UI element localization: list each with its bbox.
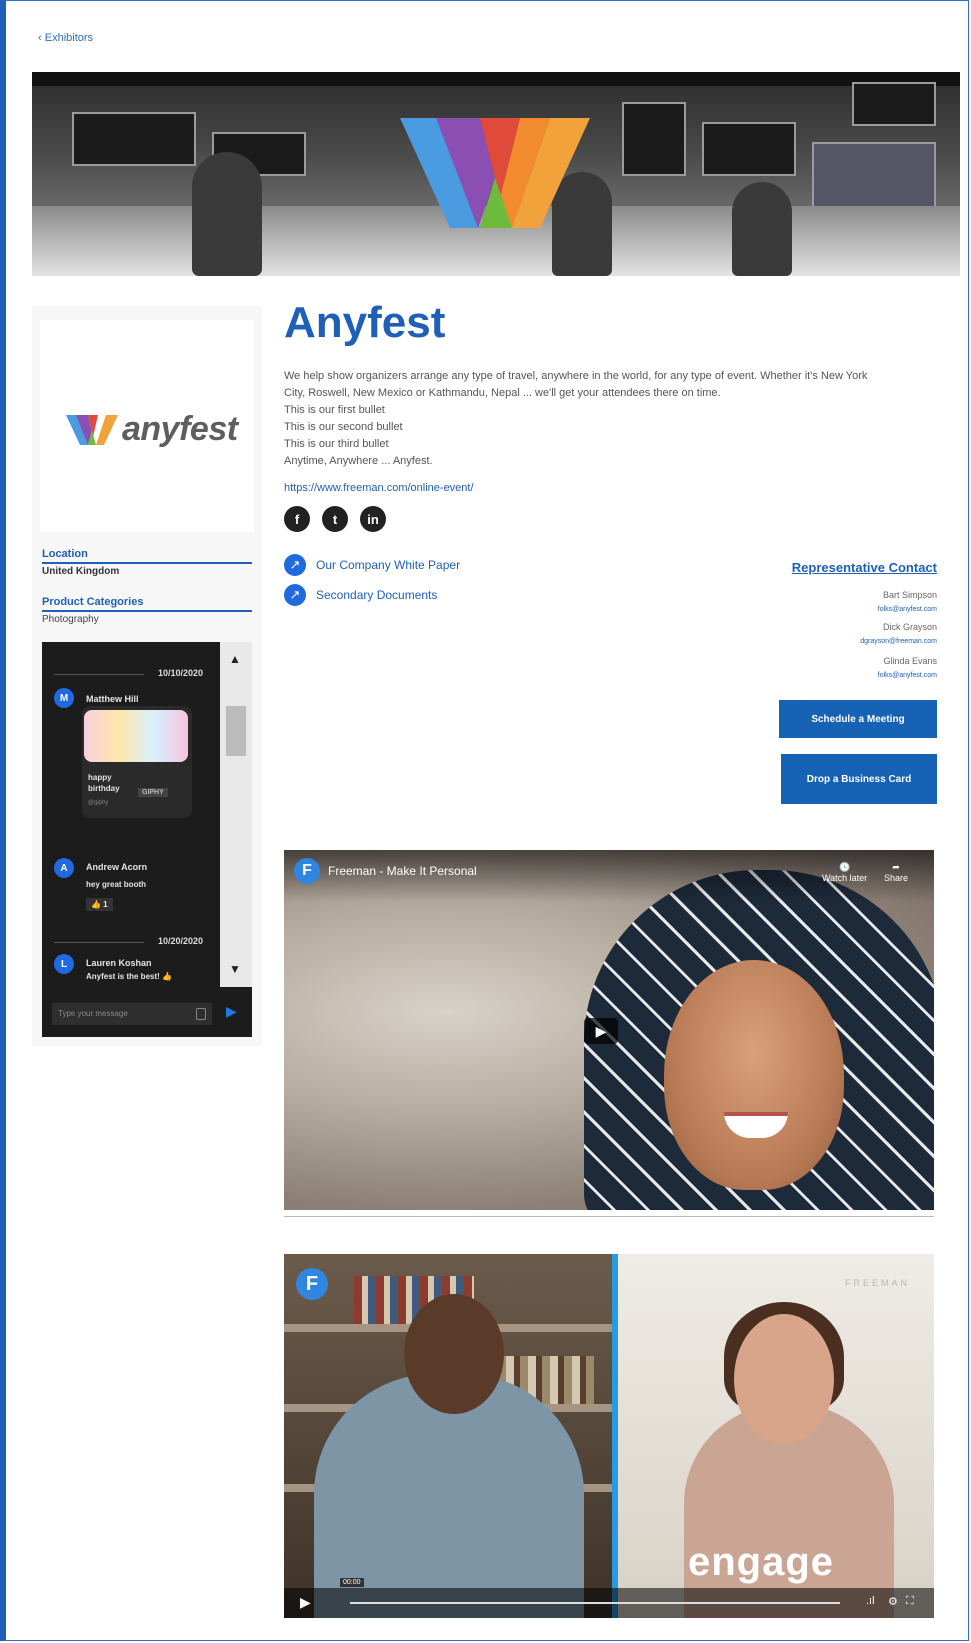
watch-later-label: Watch later (822, 873, 868, 883)
video-player[interactable]: F Freeman - Make It Personal 🕓 Watch lat… (284, 850, 934, 1210)
reaction-badge[interactable]: 👍 1 (86, 898, 113, 911)
document-link-icon: ↗ (284, 554, 306, 576)
schedule-meeting-button[interactable]: Schedule a Meeting (779, 700, 937, 738)
categories-label: Product Categories (42, 596, 144, 608)
volume-icon[interactable]: .ıl (866, 1595, 875, 1607)
avatar: M (54, 688, 74, 708)
video-overlay-text: engage (688, 1540, 835, 1584)
description-line: This is our third bullet (284, 438, 389, 450)
categories-value: Photography (42, 614, 99, 625)
location-label: Location (42, 548, 88, 560)
representative-contact-title[interactable]: Representative Contact (792, 560, 937, 575)
chat-message-input[interactable]: Type your message (52, 1003, 212, 1025)
video-watermark: FREEMAN (844, 1278, 910, 1288)
chat-sender: Lauren Koshan (86, 958, 152, 968)
attachment-icon[interactable] (196, 1008, 206, 1020)
w-logo-icon (400, 118, 590, 228)
description-line: This is our second bullet (284, 421, 403, 433)
linkedin-icon[interactable]: in (360, 506, 386, 532)
facebook-icon[interactable]: f (284, 506, 310, 532)
video-frame (664, 960, 844, 1190)
chat-date-divider (54, 674, 144, 675)
twitter-icon[interactable]: t (322, 506, 348, 532)
send-icon[interactable]: ▶ (226, 1003, 244, 1025)
video-progress-bar[interactable] (350, 1602, 840, 1604)
rep-email[interactable]: folks@anyfest.com (878, 672, 937, 679)
play-icon[interactable]: ▶ (584, 1018, 618, 1044)
video-controls: ▶ 00:00 .ıl ⚙ ⛶ (284, 1578, 934, 1618)
channel-badge[interactable]: F (296, 1268, 328, 1300)
location-divider (42, 562, 252, 564)
rep-name: Glinda Evans (883, 656, 937, 666)
company-logo: anyfest (40, 320, 254, 532)
avatar: A (54, 858, 74, 878)
document-label: Our Company White Paper (316, 558, 461, 572)
chat-message: hey great booth (86, 880, 147, 889)
document-label: Secondary Documents (316, 588, 438, 602)
description-line: City, Roswell, New Mexico or Kathmandu, … (284, 387, 721, 399)
play-icon[interactable]: ▶ (300, 1594, 311, 1611)
clock-icon: 🕓 (838, 862, 851, 872)
chat-date-divider (54, 942, 144, 943)
chat-input-row: Type your message ▶ (42, 993, 252, 1037)
document-link[interactable]: ↗ Secondary Documents (284, 584, 437, 606)
video-title[interactable]: Freeman - Make It Personal (328, 864, 477, 878)
website-link[interactable]: https://www.freeman.com/online-event/ (284, 482, 474, 494)
document-link[interactable]: ↗ Our Company White Paper (284, 554, 460, 576)
video-frame (734, 1314, 834, 1444)
back-label: Exhibitors (44, 32, 94, 44)
exhibitor-description: We help show organizers arrange any type… (284, 368, 934, 470)
chat-date: 10/10/2020 (158, 668, 204, 678)
gif-image (84, 710, 188, 762)
chat-scrollbar[interactable]: ▲ ▼ (220, 642, 252, 987)
logo-wordmark: anyfest (122, 410, 238, 448)
description-line: Anytime, Anywhere ... Anyfest. (284, 455, 433, 467)
chat-date: 10/20/2020 (158, 936, 204, 946)
avatar: L (54, 954, 74, 974)
chat-message: Anyfest is the best! 👍 (86, 972, 172, 981)
exhibitor-banner (32, 72, 960, 276)
gif-tag: GIPHY (138, 788, 168, 797)
categories-divider (42, 610, 252, 612)
share-button[interactable]: ➦ Share (884, 862, 908, 883)
chat-panel: 10/10/2020 M Matthew Hill happy birthday… (42, 642, 252, 1037)
exhibitor-sidebar: anyfest Location United Kingdom Product … (32, 306, 262, 1046)
document-link-icon: ↗ (284, 584, 306, 606)
share-icon: ➦ (892, 862, 900, 872)
scroll-thumb[interactable] (226, 706, 246, 756)
video-player[interactable]: FREEMAN engage F ▶ 00:00 .ıl ⚙ ⛶ (284, 1254, 934, 1618)
scroll-down-icon[interactable]: ▼ (229, 962, 241, 976)
chat-sender: Matthew Hill (86, 694, 139, 704)
settings-icon[interactable]: ⚙ (888, 1595, 898, 1608)
watch-later-button[interactable]: 🕓 Watch later (822, 862, 867, 883)
rep-name: Bart Simpson (882, 590, 937, 600)
fullscreen-icon[interactable]: ⛶ (906, 1595, 914, 1608)
scroll-up-icon[interactable]: ▲ (229, 652, 241, 666)
rep-email[interactable]: folks@anyfest.com (878, 606, 937, 613)
description-line: We help show organizers arrange any type… (284, 370, 868, 382)
back-link[interactable]: ‹ Exhibitors (38, 32, 93, 44)
video-time: 00:00 (340, 1578, 364, 1587)
gif-caption: happy birthday (88, 773, 120, 793)
rep-name: Dick Grayson (882, 622, 937, 632)
video-frame (612, 1254, 618, 1618)
exhibitor-title: Anyfest (284, 298, 446, 347)
drop-business-card-button[interactable]: Drop a Business Card (781, 754, 937, 804)
video-frame (404, 1294, 504, 1414)
gif-source: @giphy (88, 800, 109, 806)
description-line: This is our first bullet (284, 404, 385, 416)
location-value: United Kingdom (42, 566, 120, 577)
anyfest-mark-icon (66, 414, 118, 445)
section-divider (284, 1216, 934, 1217)
share-label: Share (884, 873, 909, 883)
chat-sender: Andrew Acorn (86, 862, 148, 872)
rep-email[interactable]: dgrayson@freeman.com (860, 638, 937, 645)
channel-badge[interactable]: F (294, 858, 320, 884)
